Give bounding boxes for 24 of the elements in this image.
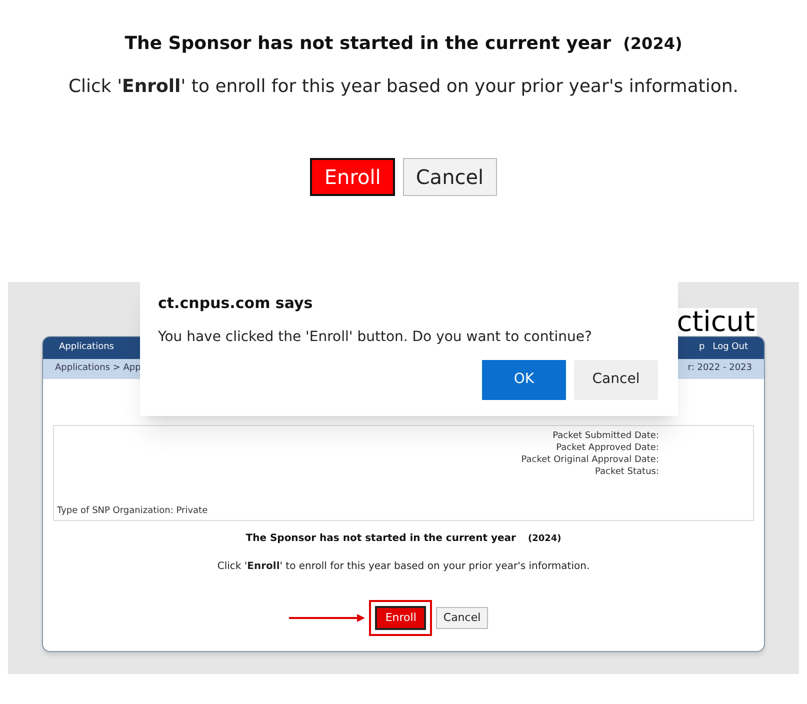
dialog-title: ct.cnpus.com says xyxy=(158,293,314,314)
cancel-button[interactable]: Cancel xyxy=(436,606,488,629)
nav-link[interactable]: p xyxy=(699,341,705,355)
notice-instruction: Click 'Enroll' to enroll for this year based on your prior year's information. xyxy=(217,560,590,574)
notice-heading: The Sponsor has not started in the current year xyxy=(124,32,612,56)
year-label: (2024) xyxy=(623,33,682,55)
breadcrumb[interactable]: Applications > App xyxy=(55,362,141,376)
notice-instruction: Click 'Enroll' to enroll for this year based on your prior year's information. xyxy=(68,75,739,99)
nav-link[interactable]: Applications xyxy=(59,341,114,355)
enroll-button[interactable]: Enroll xyxy=(310,158,395,196)
packet-field-label: Packet Submitted Date: xyxy=(552,430,659,442)
packet-field-label: Packet Status: xyxy=(594,466,659,478)
dialog-message: You have clicked the 'Enroll' button. Do you want to continue? xyxy=(158,328,593,346)
cancel-button[interactable]: Cancel xyxy=(402,158,497,196)
ok-button[interactable]: OK xyxy=(482,360,566,400)
year-label: (2024) xyxy=(528,533,562,546)
packet-field-label: Packet Approved Date: xyxy=(556,442,659,454)
notice-heading: The Sponsor has not started in the current year xyxy=(246,532,516,546)
program-year: r: 2022 - 2023 xyxy=(688,362,752,376)
organization-type: Type of SNP Organization: Private xyxy=(56,504,209,518)
cancel-button[interactable]: Cancel xyxy=(574,360,658,400)
packet-field-label: Packet Original Approval Date: xyxy=(521,454,659,466)
nav-link[interactable]: Log Out xyxy=(712,341,748,355)
enroll-button[interactable]: Enroll xyxy=(375,606,426,630)
